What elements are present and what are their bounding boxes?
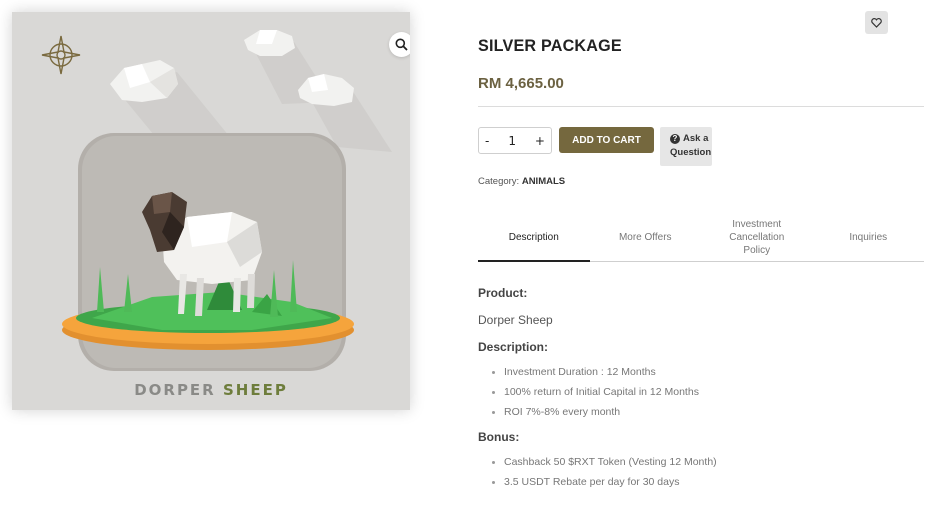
ask-question-button[interactable]: ? Ask a Question xyxy=(660,127,712,166)
bonus-label: Bonus: xyxy=(478,430,520,444)
tab-more-offers[interactable]: More Offers xyxy=(590,222,702,261)
tab-investment-cancellation-policy[interactable]: Investment Cancellation Policy xyxy=(701,219,813,261)
page-title: SILVER PACKAGE xyxy=(478,36,622,55)
add-to-cart-button[interactable]: ADD TO CART xyxy=(559,127,654,153)
category-label: Category: xyxy=(478,176,520,187)
list-item: 100% return of Initial Capital in 12 Mon… xyxy=(490,382,699,402)
bonus-list: Cashback 50 $RXT Token (Vesting 12 Month… xyxy=(490,452,717,492)
heart-icon xyxy=(871,17,882,28)
divider xyxy=(478,106,924,107)
description-list: Investment Duration : 12 Months 100% ret… xyxy=(490,362,699,422)
product-category: Category: ANIMALS xyxy=(478,176,565,187)
qty-decrease-button[interactable]: - xyxy=(485,134,489,148)
tab-inquiries[interactable]: Inquiries xyxy=(813,222,925,261)
ask-label-line2: Question xyxy=(670,147,712,158)
zoom-button[interactable] xyxy=(389,32,410,57)
list-item: Investment Duration : 12 Months xyxy=(490,362,699,382)
product-value: Dorper Sheep xyxy=(478,313,553,327)
qty-input[interactable]: 1 xyxy=(508,134,516,148)
wishlist-button[interactable] xyxy=(865,11,888,34)
search-icon xyxy=(395,38,408,51)
list-item: Cashback 50 $RXT Token (Vesting 12 Month… xyxy=(490,452,717,472)
question-icon: ? xyxy=(670,134,680,144)
image-caption: DORPER SHEEP xyxy=(12,381,410,399)
product-label: Product: xyxy=(478,286,528,300)
compass-logo-icon xyxy=(41,35,81,75)
description-label: Description: xyxy=(478,340,549,354)
product-tabs: Description More Offers Investment Cance… xyxy=(478,219,925,262)
category-link[interactable]: ANIMALS xyxy=(522,176,565,187)
product-image[interactable]: DORPER SHEEP xyxy=(12,12,410,410)
list-item: 3.5 USDT Rebate per day for 30 days xyxy=(490,472,717,492)
ask-label-line1: Ask a xyxy=(683,133,709,144)
caption-word-sheep: SHEEP xyxy=(222,381,288,399)
quantity-stepper[interactable]: - 1 + xyxy=(478,127,552,154)
list-item: ROI 7%-8% every month xyxy=(490,402,699,422)
qty-increase-button[interactable]: + xyxy=(535,134,545,148)
tab-description[interactable]: Description xyxy=(478,222,590,262)
product-price: RM 4,665.00 xyxy=(478,75,564,92)
caption-word-dorper: DORPER xyxy=(134,381,216,399)
